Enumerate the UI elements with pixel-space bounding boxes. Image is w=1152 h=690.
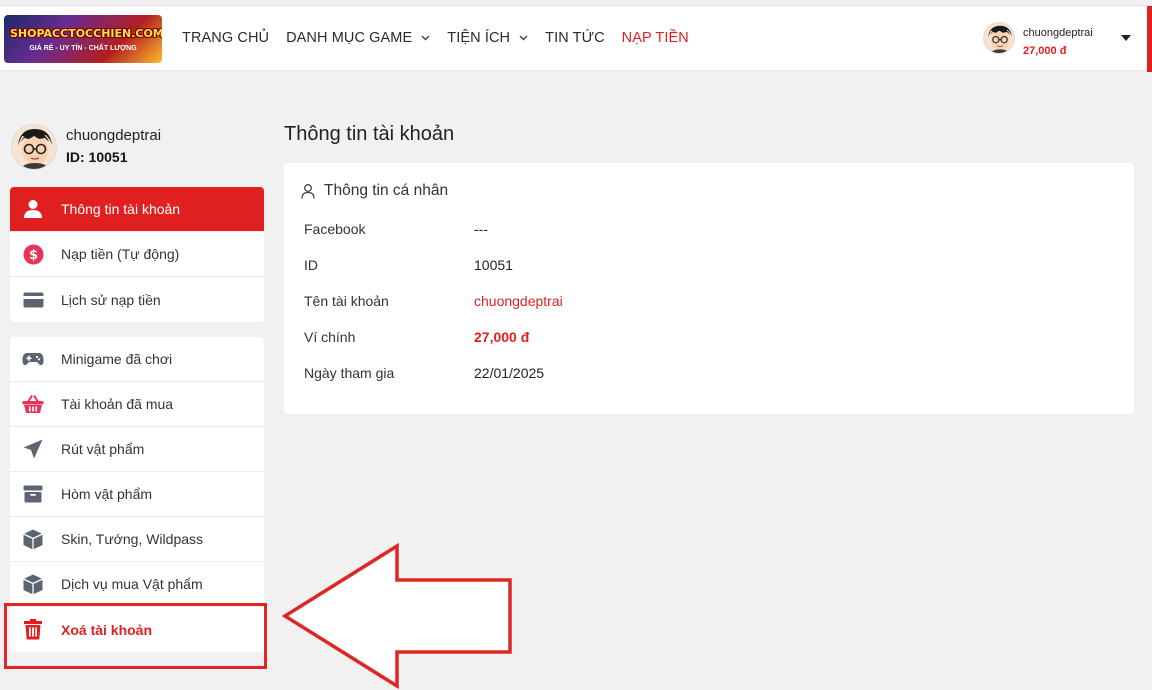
logo-text: SHOPACCTOCCHIEN.COM (10, 27, 162, 40)
top-navbar: SHOPACCTOCCHIEN.COM GIÁ RẺ - UY TÍN - CH… (0, 5, 1152, 72)
nav-item-home[interactable]: TRANG CHỦ (182, 30, 269, 46)
avatar-icon (11, 124, 57, 170)
header-accent-bar (1147, 6, 1152, 72)
info-label: Tên tài khoản (304, 293, 389, 309)
info-label: Ngày tham gia (304, 365, 395, 381)
nav-label: TRANG CHỦ (182, 30, 270, 46)
cube-icon (22, 528, 44, 550)
sidebar-item-topup-history[interactable]: Lịch sử nạp tiền (10, 277, 264, 322)
card-title: Thông tin cá nhân (324, 182, 449, 199)
sidebar-item-minigames[interactable]: Minigame đã chơi (10, 337, 264, 382)
sidebar-item-account-info[interactable]: Thông tin tài khoản (10, 187, 264, 232)
annotation-arrow-icon (280, 542, 515, 690)
chevron-down-icon (519, 33, 528, 44)
sidebar-item-auto-topup[interactable]: $ Nạp tiền (Tự động) (10, 232, 264, 277)
archive-box-icon (22, 483, 44, 505)
user-menu[interactable]: chuongdeptrai 27,000 đ (983, 18, 1133, 62)
nav-item-news[interactable]: TIN TỨC (545, 30, 605, 46)
credit-card-icon (22, 289, 44, 311)
nav-item-top-up[interactable]: NẠP TIỀN (622, 30, 689, 46)
nav-label: TIỆN ÍCH (447, 30, 511, 46)
info-value: 10051 (474, 257, 513, 273)
user-icon (22, 198, 44, 220)
annotation-highlight-box (4, 603, 267, 669)
profile-id: ID: 10051 (66, 149, 128, 165)
sidebar-item-label: Hòm vật phẩm (61, 486, 153, 502)
header-username: chuongdeptrai (1023, 27, 1093, 39)
sidebar-item-label: Lịch sử nạp tiền (61, 291, 161, 308)
nav-item-utilities[interactable]: TIỆN ÍCH (447, 30, 528, 46)
sidebar-item-withdraw-items[interactable]: Rút vật phẩm (10, 427, 264, 472)
main-nav: TRANG CHỦ DANH MỤC GAME TIỆN ÍCH TIN TỨC… (182, 30, 706, 46)
info-value: 22/01/2025 (474, 365, 545, 381)
cube-icon (22, 573, 44, 595)
info-value: --- (474, 221, 488, 237)
sidebar-item-label: Dịch vụ mua Vật phẩm (61, 576, 203, 592)
nav-label: TIN TỨC (545, 30, 605, 46)
info-label: ID (304, 257, 318, 273)
avatar-icon (983, 22, 1015, 54)
info-value: 27,000 đ (474, 329, 530, 345)
caret-down-icon[interactable] (1121, 32, 1131, 44)
info-label: Ví chính (304, 329, 356, 345)
sidebar-item-buy-items-service[interactable]: Dịch vụ mua Vật phẩm (10, 562, 264, 607)
paper-plane-icon (22, 438, 44, 460)
gamepad-icon (22, 348, 44, 370)
sidebar-item-label: Tài khoản đã mua (61, 396, 174, 412)
sidebar-item-skins-heroes[interactable]: Skin, Tướng, Wildpass (10, 517, 264, 562)
sidebar-account-group: Thông tin tài khoản $ Nạp tiền (Tự động)… (10, 187, 264, 322)
info-value: chuongdeptrai (474, 293, 563, 309)
user-outline-icon (301, 183, 315, 199)
header-balance: 27,000 đ (1023, 45, 1067, 57)
nav-item-game-categories[interactable]: DANH MỤC GAME (286, 30, 430, 46)
basket-icon (22, 393, 44, 415)
logo-tagline: GIÁ RẺ - UY TÍN - CHẤT LƯỢNG (29, 45, 137, 52)
info-label: Facebook (304, 221, 366, 237)
profile-summary: chuongdeptrai ID: 10051 (11, 122, 264, 174)
nav-label: NẠP TIỀN (621, 30, 689, 46)
sidebar-item-item-box[interactable]: Hòm vật phẩm (10, 472, 264, 517)
sidebar-item-label: Rút vật phẩm (61, 441, 145, 457)
personal-info-card: Thông tin cá nhân Facebook --- ID 10051 … (284, 163, 1134, 414)
sidebar-item-label: Skin, Tướng, Wildpass (61, 531, 204, 547)
nav-label: DANH MỤC GAME (286, 30, 413, 46)
svg-text:$: $ (28, 248, 37, 263)
sidebar-item-label: Minigame đã chơi (61, 351, 173, 367)
site-logo[interactable]: SHOPACCTOCCHIEN.COM GIÁ RẺ - UY TÍN - CH… (4, 15, 162, 63)
profile-username: chuongdeptrai (66, 127, 162, 144)
sidebar-item-label: Thông tin tài khoản (61, 201, 181, 217)
card-header: Thông tin cá nhân (301, 182, 448, 200)
page-title: Thông tin tài khoản (284, 123, 455, 145)
chevron-down-icon (421, 33, 430, 44)
sidebar-item-label: Nạp tiền (Tự động) (61, 246, 180, 262)
dollar-circle-icon: $ (22, 243, 44, 265)
sidebar-item-purchased-accounts[interactable]: Tài khoản đã mua (10, 382, 264, 427)
